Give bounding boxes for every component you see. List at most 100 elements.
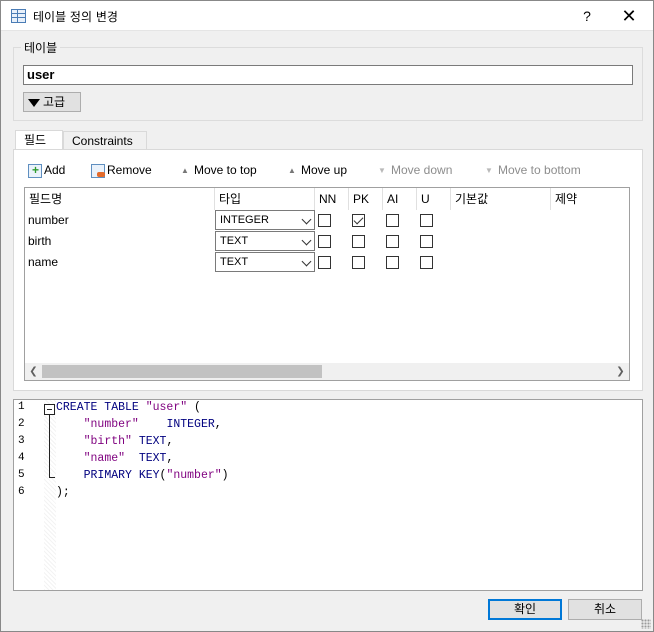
move-to-bottom-icon: ▼	[485, 165, 493, 175]
ai-checkbox[interactable]	[386, 214, 399, 227]
cancel-button[interactable]: 취소	[568, 599, 642, 620]
window-title: 테이블 정의 변경	[33, 10, 118, 24]
line-number: 1	[18, 401, 25, 413]
chevron-down-icon	[301, 214, 312, 225]
move-to-bottom-button[interactable]: ▼ Move to bottom	[483, 162, 581, 178]
field-name-cell[interactable]: birth	[28, 234, 51, 248]
sql-identifier: "number"	[83, 418, 139, 431]
column-header-default[interactable]: 기본값	[451, 188, 551, 210]
help-button[interactable]: ?	[573, 5, 601, 27]
sql-text: )	[221, 469, 229, 482]
sql-code-line: CREATE TABLE "user" (	[56, 401, 201, 414]
column-header-ai[interactable]: AI	[383, 188, 417, 210]
field-type-value: TEXT	[220, 235, 249, 247]
move-down-button[interactable]: ▼ Move down	[376, 162, 452, 178]
move-up-button[interactable]: ▲ Move up	[286, 162, 347, 178]
ai-checkbox[interactable]	[386, 235, 399, 248]
u-checkbox[interactable]	[420, 235, 433, 248]
move-down-icon: ▼	[378, 165, 386, 175]
sql-identifier: "user"	[145, 401, 188, 414]
fold-collapse-icon[interactable]	[44, 404, 55, 415]
triangle-down-icon	[28, 98, 40, 107]
add-field-icon	[28, 162, 42, 178]
sql-text: ,	[214, 418, 222, 431]
sql-preview-editor[interactable]: 1 2 3 4 5 6 CREATE TABLE "user" ( "number" INT…	[13, 399, 643, 591]
pk-checkbox[interactable]	[352, 235, 365, 248]
field-row[interactable]: name TEXT	[25, 252, 629, 273]
add-field-button[interactable]: Add	[28, 162, 65, 178]
column-header-type[interactable]: 타입	[215, 188, 315, 210]
sql-keyword: TEXT	[138, 435, 167, 448]
nn-checkbox[interactable]	[318, 214, 331, 227]
field-row[interactable]: birth TEXT	[25, 231, 629, 252]
table-group-label: 테이블	[21, 39, 61, 56]
scroll-right-icon[interactable]: ❯	[612, 363, 629, 380]
ok-button[interactable]: 확인	[488, 599, 562, 620]
field-row[interactable]: number INTEGER	[25, 210, 629, 231]
sql-identifier: "birth"	[83, 435, 132, 448]
sql-identifier: "number"	[166, 469, 222, 482]
pk-checkbox[interactable]	[352, 256, 365, 269]
sql-keyword: PRIMARY KEY	[83, 469, 160, 482]
resize-grip-icon[interactable]	[641, 619, 651, 629]
sql-text: );	[56, 486, 70, 499]
u-checkbox[interactable]	[420, 256, 433, 269]
ai-checkbox[interactable]	[386, 256, 399, 269]
field-name-cell[interactable]: name	[28, 255, 58, 269]
sql-text: ,	[166, 435, 174, 448]
scroll-left-icon[interactable]: ❮	[25, 363, 42, 380]
sql-text: (	[187, 401, 201, 414]
tab-constraints[interactable]: Constraints	[63, 131, 147, 151]
move-to-bottom-label: Move to bottom	[498, 163, 581, 177]
tab-fields[interactable]: 필드	[15, 130, 63, 151]
remove-field-icon	[91, 163, 105, 178]
nn-checkbox[interactable]	[318, 235, 331, 248]
advanced-toggle-button[interactable]: 고급	[23, 92, 81, 112]
column-header-pk[interactable]: PK	[349, 188, 383, 210]
fold-line	[49, 415, 50, 477]
move-up-icon: ▲	[288, 165, 296, 175]
close-button[interactable]: ✕	[613, 5, 645, 27]
column-header-nn[interactable]: NN	[315, 188, 349, 210]
sql-code-line: );	[56, 486, 70, 499]
move-up-label: Move up	[301, 163, 348, 177]
chevron-down-icon	[301, 235, 312, 246]
pk-checkbox[interactable]	[352, 214, 365, 227]
sql-code-line: PRIMARY KEY("number")	[56, 469, 229, 482]
sql-keyword: CREATE TABLE	[56, 401, 146, 414]
chevron-down-icon	[301, 256, 312, 267]
field-type-value: TEXT	[220, 256, 249, 268]
column-header-check[interactable]: 제약	[551, 188, 629, 210]
field-type-select[interactable]: TEXT	[215, 231, 315, 251]
move-to-top-label: Move to top	[194, 163, 257, 177]
line-number: 6	[18, 486, 25, 498]
line-number: 4	[18, 452, 25, 464]
table-icon	[11, 9, 26, 23]
nn-checkbox[interactable]	[318, 256, 331, 269]
add-field-label: Add	[44, 163, 66, 177]
move-down-label: Move down	[391, 163, 453, 177]
column-header-u[interactable]: U	[417, 188, 451, 210]
field-name-cell[interactable]: number	[28, 213, 69, 227]
sql-keyword: TEXT	[138, 452, 167, 465]
u-checkbox[interactable]	[420, 214, 433, 227]
fold-end-mark	[49, 477, 55, 478]
line-number: 3	[18, 435, 25, 447]
table-name-input[interactable]: user	[23, 65, 633, 85]
column-header-name[interactable]: 필드명	[25, 188, 215, 210]
field-type-select[interactable]: TEXT	[215, 252, 315, 272]
field-type-select[interactable]: INTEGER	[215, 210, 315, 230]
horizontal-scrollbar[interactable]: ❮ ❯	[25, 363, 629, 380]
scrollbar-thumb[interactable]	[42, 365, 322, 378]
sql-code-line: "number" INTEGER,	[56, 418, 222, 431]
move-to-top-button[interactable]: ▲ Move to top	[179, 162, 257, 178]
sql-keyword: INTEGER	[166, 418, 215, 431]
line-number: 5	[18, 469, 25, 481]
line-number: 2	[18, 418, 25, 430]
remove-field-button[interactable]: Remove	[91, 162, 152, 178]
